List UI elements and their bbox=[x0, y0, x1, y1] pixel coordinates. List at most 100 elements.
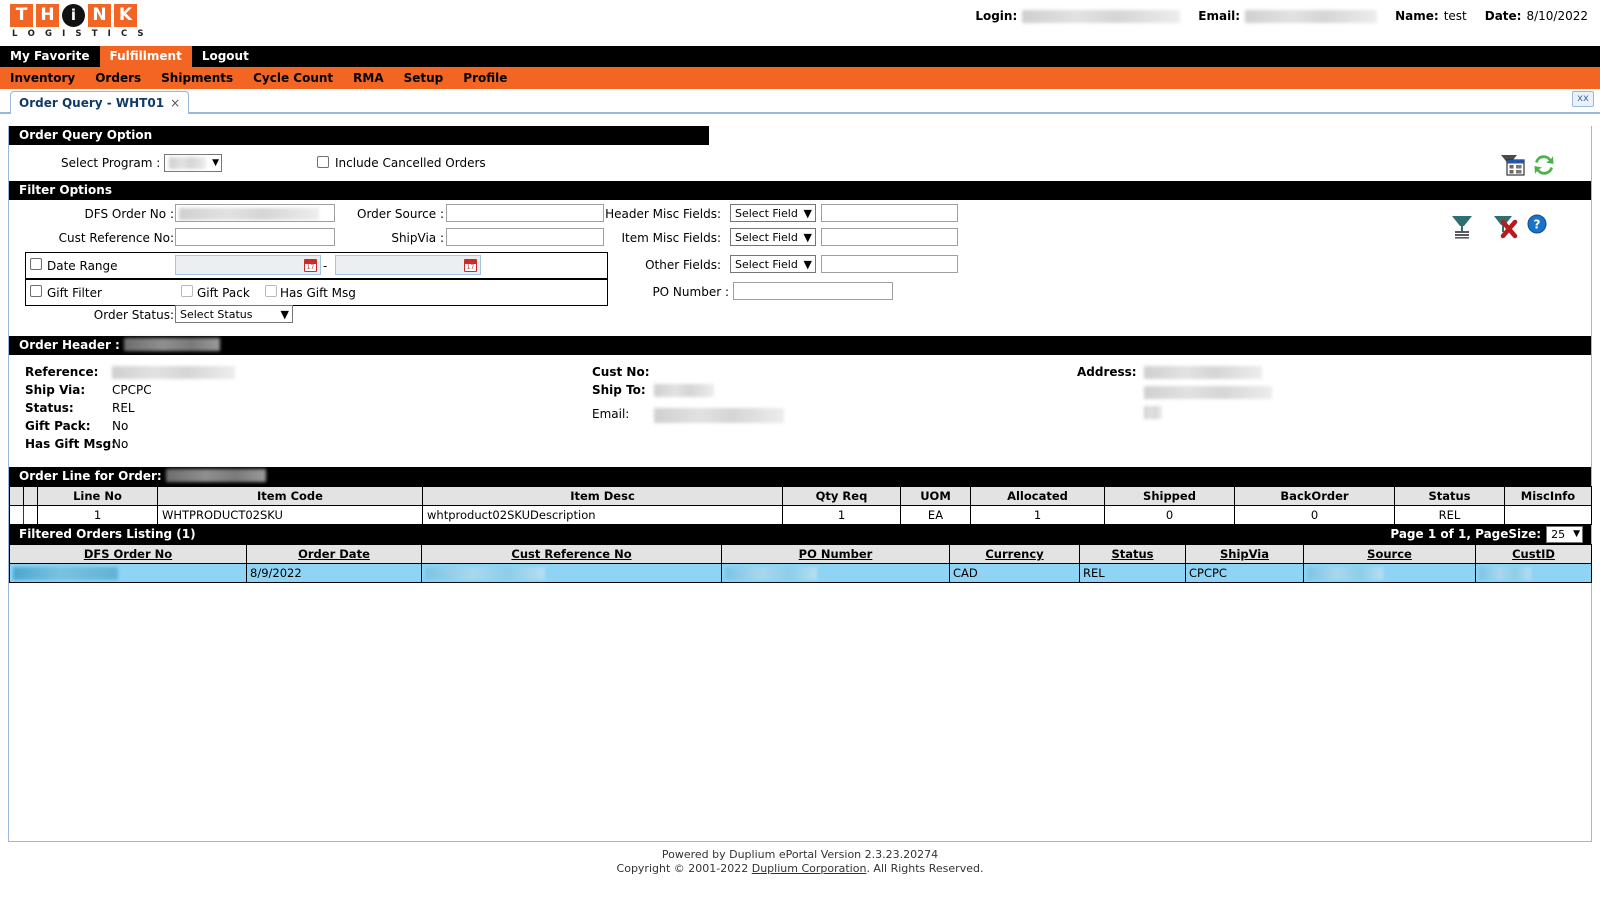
filtered-orders-title-bar: Filtered Orders Listing (1) Page 1 of 1,… bbox=[9, 525, 1591, 544]
order-line-allocated: 1 bbox=[971, 506, 1105, 525]
footer-powered-by: Powered by Duplium ePortal Version 2.3.2… bbox=[0, 848, 1600, 862]
menu-item-orders[interactable]: Orders bbox=[85, 67, 151, 89]
email-value-redacted bbox=[1245, 10, 1377, 23]
address-label: Address: bbox=[1077, 365, 1137, 379]
refresh-icon[interactable] bbox=[1532, 153, 1556, 180]
logo-subtitle: L O G I S T I C S bbox=[10, 29, 147, 39]
order-header-number-redacted bbox=[124, 338, 220, 351]
order-line-row-expand[interactable] bbox=[24, 506, 38, 525]
menu-item-my-favorite[interactable]: My Favorite bbox=[0, 46, 100, 67]
filtered-orders-col-custid[interactable]: CustID bbox=[1476, 545, 1592, 564]
order-source-label: Order Source : bbox=[299, 207, 444, 221]
menu-item-fulfillment[interactable]: Fulfillment bbox=[100, 46, 192, 67]
select-program-dropdown[interactable]: ▼ bbox=[164, 154, 222, 172]
other-fields-select[interactable]: Select Field ▼ bbox=[730, 255, 816, 273]
filtered-orders-col-po-number[interactable]: PO Number bbox=[722, 545, 950, 564]
email-label: Email: bbox=[1198, 9, 1240, 23]
order-lines-col-status: Status bbox=[1395, 487, 1505, 506]
menu-item-setup[interactable]: Setup bbox=[394, 67, 454, 89]
menu-item-profile[interactable]: Profile bbox=[453, 67, 517, 89]
date-from-input[interactable]: 17 bbox=[175, 255, 321, 275]
filtered-orders-col-status[interactable]: Status bbox=[1080, 545, 1186, 564]
menu-item-shipments[interactable]: Shipments bbox=[151, 67, 243, 89]
select-program-value-redacted bbox=[169, 157, 206, 169]
logo-letter-h: H bbox=[36, 4, 59, 27]
page-size-value: 25 bbox=[1551, 525, 1565, 544]
page-size-select[interactable]: 25 ▼ bbox=[1546, 526, 1583, 543]
has-gift-msg-checkbox[interactable] bbox=[265, 285, 277, 297]
menu-item-cycle-count[interactable]: Cycle Count bbox=[243, 67, 343, 89]
date-to-input[interactable]: 17 bbox=[335, 255, 481, 275]
header-misc-fields-input[interactable] bbox=[821, 204, 958, 222]
calendar-icon[interactable]: 17 bbox=[464, 259, 477, 272]
filtered-order-dfs-order-no[interactable] bbox=[10, 564, 247, 583]
filtered-orders-col-order-date[interactable]: Order Date bbox=[247, 545, 422, 564]
close-all-tabs-button[interactable]: xx bbox=[1572, 91, 1594, 107]
filtered-orders-col-source[interactable]: Source bbox=[1304, 545, 1476, 564]
has-gift-msg-value: No bbox=[112, 437, 128, 451]
filtered-orders-table: DFS Order No Order Date Cust Reference N… bbox=[9, 544, 1592, 583]
content-frame: Order Query Option Select Program : ▼ In… bbox=[8, 126, 1592, 842]
email-label: Email: bbox=[592, 407, 629, 421]
name-label: Name: bbox=[1395, 9, 1439, 23]
address-line2-redacted bbox=[1144, 386, 1272, 399]
has-gift-msg-label: Has Gift Msg bbox=[280, 286, 356, 300]
apply-filter-icon[interactable] bbox=[1449, 213, 1475, 242]
header-misc-fields-select[interactable]: Select Field ▼ bbox=[730, 204, 816, 222]
gift-pack-label: Gift Pack bbox=[197, 286, 250, 300]
other-fields-label: Other Fields: bbox=[569, 258, 721, 272]
tab-label: Order Query - WHT01 bbox=[19, 92, 164, 114]
ship-to-label: Ship To: bbox=[592, 383, 646, 397]
filtered-orders-col-shipvia[interactable]: ShipVia bbox=[1186, 545, 1304, 564]
order-lines-col-spacer2 bbox=[24, 487, 38, 506]
logo-letter-n: N bbox=[88, 4, 111, 27]
footer-copyright: Copyright © 2001-2022 Duplium Corporatio… bbox=[0, 862, 1600, 876]
item-misc-fields-input[interactable] bbox=[821, 228, 958, 246]
po-number-input[interactable] bbox=[733, 282, 893, 300]
order-line-line-no: 1 bbox=[38, 506, 158, 525]
duplium-corporation-link[interactable]: Duplium Corporation bbox=[752, 862, 867, 875]
menu-item-inventory[interactable]: Inventory bbox=[0, 67, 85, 89]
order-line-shipped: 0 bbox=[1105, 506, 1235, 525]
order-query-option-panel: Select Program : ▼ Include Cancelled Ord… bbox=[9, 145, 1591, 181]
order-lines-col-line-no: Line No bbox=[38, 487, 158, 506]
menu-item-logout[interactable]: Logout bbox=[192, 46, 259, 67]
query-builder-icon[interactable] bbox=[1499, 153, 1525, 180]
gift-filter-checkbox[interactable] bbox=[30, 285, 42, 297]
gift-pack-value: No bbox=[112, 419, 128, 433]
filtered-orders-col-cust-reference-no[interactable]: Cust Reference No bbox=[422, 545, 722, 564]
order-lines-col-item-code: Item Code bbox=[158, 487, 423, 506]
filtered-orders-col-dfs-order-no[interactable]: DFS Order No bbox=[10, 545, 247, 564]
clear-filter-icon[interactable] bbox=[1492, 213, 1518, 242]
svg-text:?: ? bbox=[1534, 218, 1541, 232]
shipvia-label: ShipVia : bbox=[299, 231, 444, 245]
other-fields-input[interactable] bbox=[821, 255, 958, 273]
filtered-orders-col-currency[interactable]: Currency bbox=[950, 545, 1080, 564]
table-row[interactable]: 8/9/2022 CAD REL CPCPC bbox=[10, 564, 1592, 583]
gift-pack-label: Gift Pack: bbox=[25, 419, 91, 433]
order-line-qty-req: 1 bbox=[783, 506, 901, 525]
menu-item-rma[interactable]: RMA bbox=[343, 67, 393, 89]
order-lines-col-uom: UOM bbox=[901, 487, 971, 506]
status-value: REL bbox=[112, 401, 135, 415]
status-label: Status: bbox=[25, 401, 74, 415]
item-misc-fields-select[interactable]: Select Field ▼ bbox=[730, 228, 816, 246]
tab-order-query-wht01[interactable]: Order Query - WHT01 × bbox=[10, 91, 189, 114]
calendar-icon[interactable]: 17 bbox=[304, 259, 317, 272]
date-label: Date: bbox=[1485, 9, 1522, 23]
gift-pack-checkbox[interactable] bbox=[181, 285, 193, 297]
order-lines-col-miscinfo: MiscInfo bbox=[1505, 487, 1592, 506]
gift-filter-label: Gift Filter bbox=[47, 286, 102, 300]
cust-reference-no-redacted bbox=[425, 567, 545, 580]
date-range-checkbox[interactable] bbox=[30, 258, 42, 270]
tab-close-icon[interactable]: × bbox=[170, 92, 180, 114]
filtered-order-custid bbox=[1476, 564, 1592, 583]
date-value: 8/10/2022 bbox=[1526, 9, 1588, 23]
help-icon[interactable]: ? bbox=[1527, 214, 1547, 237]
filtered-order-shipvia: CPCPC bbox=[1186, 564, 1304, 583]
include-cancelled-orders-checkbox[interactable] bbox=[317, 156, 329, 168]
table-row[interactable]: 1 WHTPRODUCT02SKU whtproduct02SKUDescrip… bbox=[10, 506, 1592, 525]
order-status-select[interactable]: Select Status ▼ bbox=[175, 305, 293, 323]
chevron-down-icon: ▼ bbox=[212, 158, 219, 168]
header-misc-fields-selected: Select Field bbox=[735, 207, 798, 220]
